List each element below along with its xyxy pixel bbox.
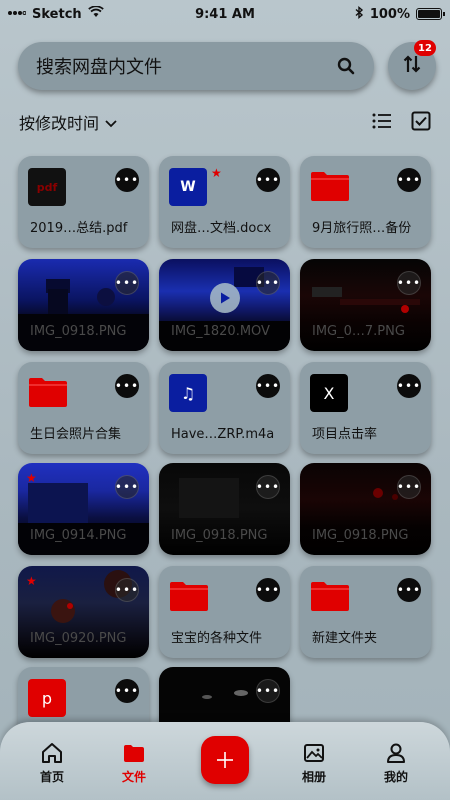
- more-icon[interactable]: •••: [256, 271, 280, 295]
- folder-icon: [29, 378, 67, 407]
- search-icon[interactable]: [336, 56, 356, 76]
- search-input[interactable]: 搜索网盘内文件: [36, 53, 336, 79]
- bluetooth-icon: [355, 5, 364, 23]
- select-checkbox-icon[interactable]: [411, 111, 431, 131]
- transfer-button[interactable]: 12: [388, 40, 436, 90]
- folder-icon: [311, 582, 349, 611]
- file-grid: pdf ••• 2019…总结.pdf W ★ ••• 网盘…文档.docx •…: [0, 156, 450, 759]
- file-card[interactable]: ♫ ••• Have…ZRP.m4a: [159, 362, 290, 454]
- file-name: 网盘…文档.docx: [171, 221, 272, 236]
- tab-label: 文件: [121, 770, 146, 784]
- folder-icon: [170, 582, 208, 611]
- file-name: 新建文件夹: [312, 631, 378, 646]
- folder-card[interactable]: ••• 生日会照片合集: [18, 362, 149, 454]
- status-right: 100%: [355, 5, 445, 23]
- star-icon: ★: [26, 471, 37, 485]
- chevron-down-icon: [105, 113, 117, 132]
- music-file-icon: ♫: [169, 374, 207, 412]
- file-name: 生日会照片合集: [30, 427, 122, 442]
- toolbar: 按修改时间: [0, 108, 450, 136]
- file-name: 项目点击率: [312, 427, 378, 442]
- folder-icon: [311, 172, 349, 201]
- more-icon[interactable]: •••: [256, 168, 280, 192]
- folder-icon: [124, 745, 144, 762]
- tab-label: 我的: [383, 770, 408, 784]
- more-icon[interactable]: •••: [397, 271, 421, 295]
- more-icon[interactable]: •••: [115, 475, 139, 499]
- wifi-icon: [87, 5, 104, 22]
- play-icon[interactable]: [210, 283, 240, 313]
- add-button[interactable]: [201, 736, 249, 784]
- file-name: IMG_0918.PNG: [312, 528, 409, 543]
- file-name: IMG_1820.MOV: [171, 324, 270, 339]
- file-name: IMG_0…7.PNG: [312, 324, 405, 339]
- battery-icon: [416, 8, 445, 20]
- user-icon: [387, 743, 405, 763]
- status-left: Sketch: [8, 5, 104, 22]
- photo-icon: [304, 744, 324, 762]
- photo-card[interactable]: ★ ••• IMG_0914.PNG: [18, 463, 149, 555]
- tab-profile[interactable]: 我的: [366, 742, 426, 785]
- more-icon[interactable]: •••: [115, 168, 139, 192]
- file-name: 9月旅行照…备份: [312, 221, 412, 236]
- file-name: 宝宝的各种文件: [171, 631, 263, 646]
- more-icon[interactable]: •••: [397, 475, 421, 499]
- search-bar[interactable]: 搜索网盘内文件: [18, 42, 374, 90]
- pdf-file-icon: pdf: [28, 168, 66, 206]
- more-icon[interactable]: •••: [397, 374, 421, 398]
- photo-card[interactable]: ••• IMG_0918.PNG: [18, 259, 149, 351]
- notification-badge: 12: [414, 40, 436, 56]
- status-bar: Sketch 9:41 AM 100%: [0, 0, 450, 28]
- more-icon[interactable]: •••: [256, 578, 280, 602]
- folder-card[interactable]: ••• 宝宝的各种文件: [159, 566, 290, 658]
- file-name: IMG_0914.PNG: [30, 528, 127, 543]
- plus-icon: [217, 752, 233, 768]
- file-card[interactable]: pdf ••• 2019…总结.pdf: [18, 156, 149, 248]
- word-file-icon: W: [169, 168, 207, 206]
- excel-file-icon: X: [310, 374, 348, 412]
- more-icon[interactable]: •••: [115, 271, 139, 295]
- photo-card[interactable]: ••• IMG_0…7.PNG: [300, 259, 431, 351]
- file-name: IMG_0918.PNG: [30, 324, 127, 339]
- battery-percent: 100%: [369, 6, 410, 22]
- signal-icon: [8, 7, 27, 22]
- more-icon[interactable]: •••: [115, 578, 139, 602]
- file-name: 2019…总结.pdf: [30, 221, 128, 236]
- list-view-icon[interactable]: [372, 112, 392, 130]
- transfer-icon: [403, 54, 421, 78]
- carrier-label: Sketch: [32, 6, 82, 22]
- folder-card[interactable]: ••• 9月旅行照…备份: [300, 156, 431, 248]
- video-card[interactable]: ••• IMG_1820.MOV: [159, 259, 290, 351]
- star-icon: ★: [211, 166, 222, 180]
- tab-home[interactable]: 首页: [22, 742, 82, 785]
- more-icon[interactable]: •••: [256, 679, 280, 703]
- ppt-file-icon: p: [28, 679, 66, 717]
- photo-card[interactable]: ••• IMG_0918.PNG: [159, 463, 290, 555]
- more-icon[interactable]: •••: [397, 578, 421, 602]
- tab-label: 相册: [301, 770, 326, 784]
- sort-dropdown[interactable]: 按修改时间: [19, 110, 117, 134]
- more-icon[interactable]: •••: [397, 168, 421, 192]
- photo-card[interactable]: ★ ••• IMG_0920.PNG: [18, 566, 149, 658]
- photo-card[interactable]: ••• IMG_0918.PNG: [300, 463, 431, 555]
- home-icon: [42, 743, 62, 763]
- sort-label: 按修改时间: [19, 114, 100, 133]
- more-icon[interactable]: •••: [115, 679, 139, 703]
- file-card[interactable]: W ★ ••• 网盘…文档.docx: [159, 156, 290, 248]
- more-icon[interactable]: •••: [115, 374, 139, 398]
- file-name: IMG_0920.PNG: [30, 631, 127, 646]
- file-name: Have…ZRP.m4a: [171, 427, 275, 442]
- file-name: IMG_0918.PNG: [171, 528, 268, 543]
- tab-files[interactable]: 文件: [104, 742, 164, 785]
- tab-label: 首页: [39, 770, 64, 784]
- folder-card[interactable]: ••• 新建文件夹: [300, 566, 431, 658]
- more-icon[interactable]: •••: [256, 374, 280, 398]
- tab-photos[interactable]: 相册: [284, 742, 344, 785]
- more-icon[interactable]: •••: [256, 475, 280, 499]
- star-icon: ★: [26, 574, 37, 588]
- file-card[interactable]: X ••• 项目点击率: [300, 362, 431, 454]
